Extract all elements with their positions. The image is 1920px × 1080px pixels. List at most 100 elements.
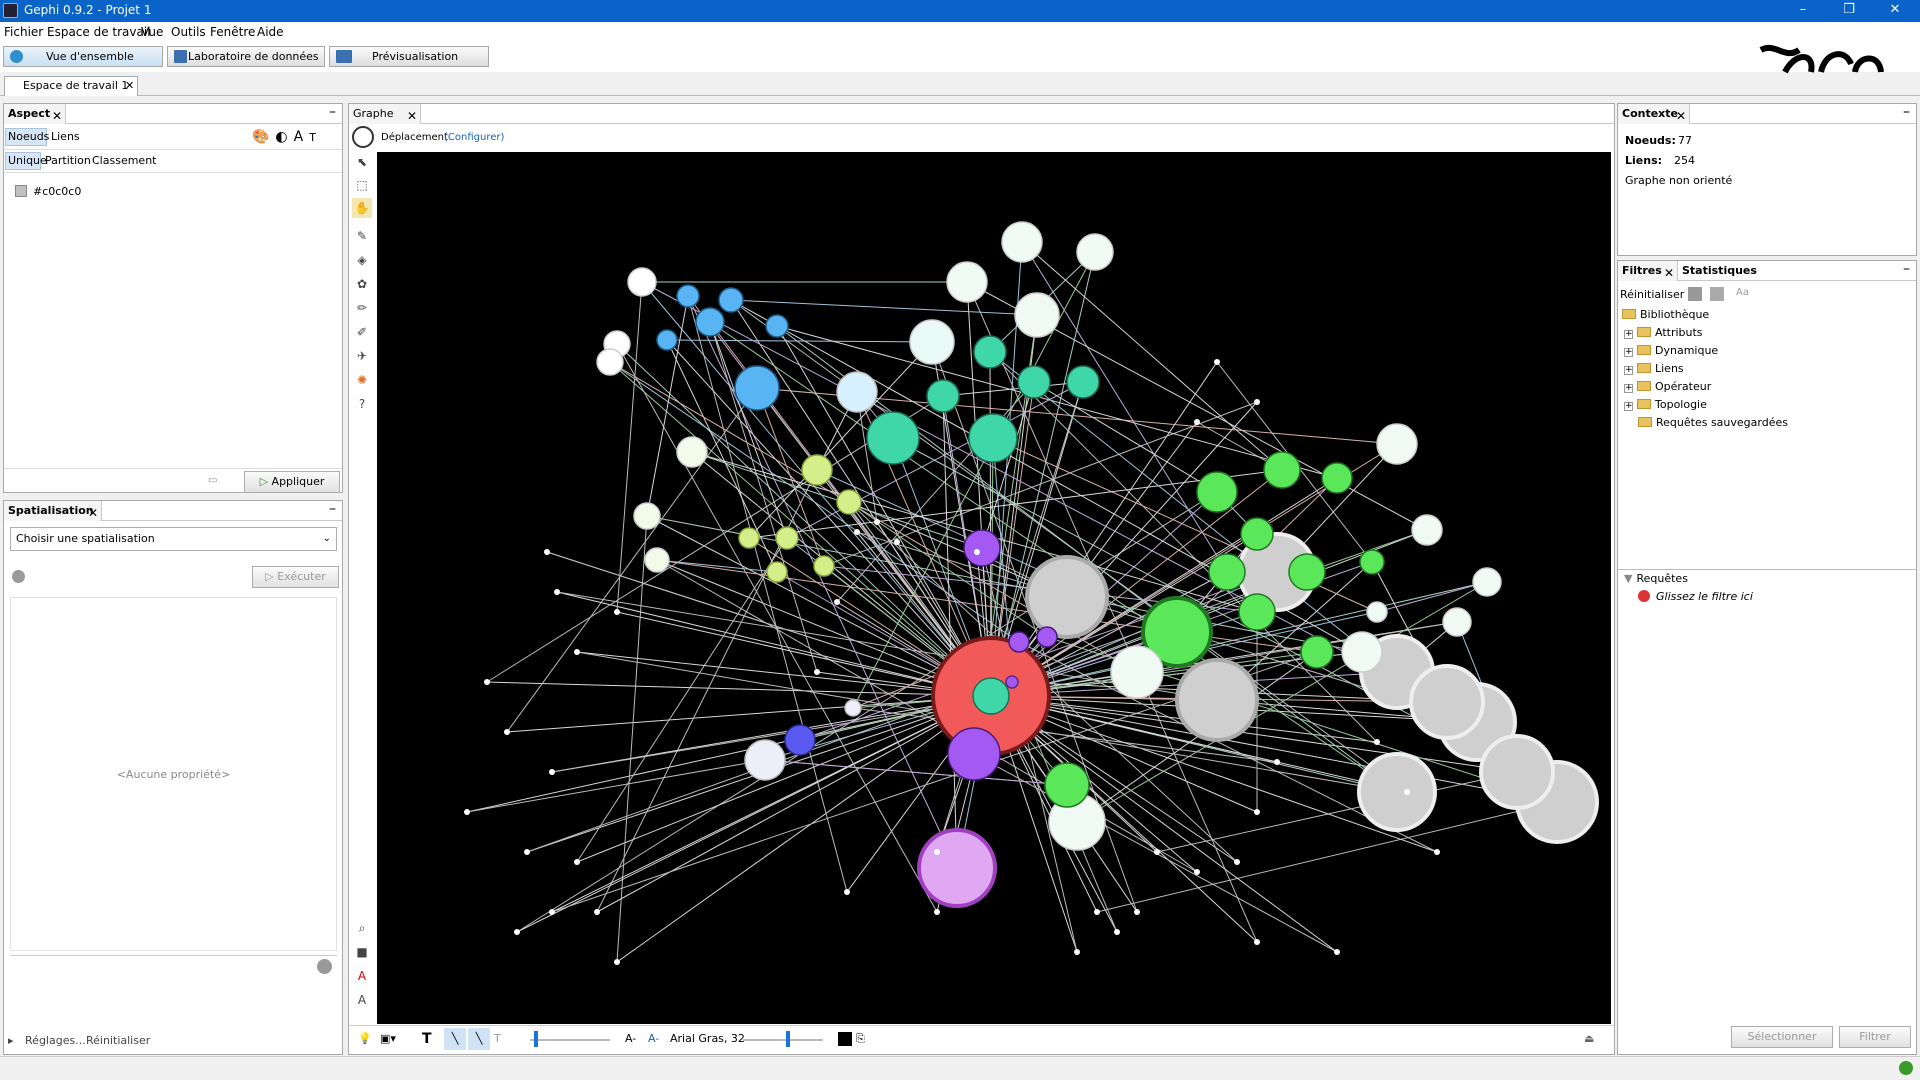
background-color-icon[interactable]: ■ [352, 942, 372, 962]
expand-icon[interactable]: + [1624, 366, 1633, 375]
filters-reset-button[interactable]: Réinitialiser [1620, 288, 1684, 301]
rectangle-select-icon[interactable]: ⬚ [352, 175, 372, 195]
tab-partition[interactable]: Partition [45, 154, 91, 167]
graph-node[interactable] [814, 669, 820, 675]
tree-item-attributs[interactable]: + Attributs [1624, 325, 1703, 341]
graph-node[interactable] [1411, 514, 1443, 546]
help-tool-icon[interactable]: ? [352, 394, 372, 414]
graph-node[interactable] [934, 849, 940, 855]
graph-node[interactable] [1066, 365, 1100, 399]
graph-node[interactable] [836, 371, 878, 413]
graph-node[interactable] [1288, 553, 1326, 591]
statistics-tab[interactable]: Statistiques [1678, 261, 1772, 281]
overview-mode-button[interactable]: Vue d'ensemble [3, 46, 163, 67]
graph-node[interactable] [574, 649, 580, 655]
graph-node[interactable] [836, 489, 862, 515]
graph-node[interactable] [963, 529, 1001, 567]
graph-node[interactable] [1366, 601, 1388, 623]
slider-thumb[interactable] [534, 1031, 538, 1047]
graph-node[interactable] [813, 555, 835, 577]
slider-thumb[interactable] [786, 1031, 790, 1047]
graph-node[interactable] [1341, 631, 1383, 673]
graph-node[interactable] [633, 502, 661, 530]
graph-node[interactable] [524, 849, 530, 855]
tree-item-liens[interactable]: + Liens [1624, 361, 1684, 377]
data-laboratory-mode-button[interactable]: Laboratoire de données [167, 46, 325, 67]
expand-icon[interactable]: + [1624, 330, 1633, 339]
graph-node[interactable] [934, 909, 940, 915]
rename-filter-icon[interactable]: Aa [1736, 287, 1749, 298]
graph-node[interactable] [554, 589, 560, 595]
font-decrease-icon[interactable]: A- [625, 1028, 636, 1050]
graph-node[interactable] [1017, 365, 1051, 399]
layout-select[interactable]: Choisir une spatialisation ⌄ [10, 527, 337, 551]
graph-node[interactable] [1208, 553, 1246, 591]
graph-node[interactable] [1044, 762, 1090, 808]
zoom-icon[interactable]: ⌕ [352, 918, 372, 938]
graph-node[interactable] [866, 411, 920, 465]
collapse-icon[interactable]: ▭ [208, 475, 217, 486]
graph-node[interactable] [775, 526, 799, 550]
graph-node[interactable] [765, 314, 789, 338]
graph-node[interactable] [1214, 359, 1220, 365]
expand-icon[interactable]: + [1624, 348, 1633, 357]
minimize-panel-icon[interactable]: – [1903, 104, 1910, 120]
graph-node[interactable] [504, 729, 510, 735]
close-icon[interactable]: ✕ [1664, 264, 1674, 283]
tree-item-topologie[interactable]: + Topologie [1624, 397, 1707, 413]
graph-node[interactable] [972, 677, 1010, 715]
workspace-tab[interactable]: Espace de travail 1 ✕ [4, 76, 138, 96]
node-label-icon[interactable]: T [494, 1028, 501, 1050]
preview-mode-button[interactable]: Prévisualisation [329, 46, 489, 67]
color-swatch[interactable] [15, 185, 27, 197]
select-button[interactable]: Sélectionner [1731, 1026, 1833, 1048]
apply-button[interactable]: ▷ Appliquer [244, 471, 340, 493]
graph-node[interactable] [676, 284, 700, 308]
close-icon[interactable]: ✕ [125, 77, 134, 95]
spatialisation-tab[interactable]: Spatialisation ✕ [4, 501, 102, 521]
graph-node[interactable] [947, 727, 1001, 781]
edge-pencil-icon[interactable]: ✏ [352, 298, 372, 318]
graph-node[interactable] [1434, 849, 1440, 855]
diamond-icon[interactable]: ◈ [352, 250, 372, 270]
graph-node[interactable] [1154, 849, 1160, 855]
graph-node[interactable] [644, 547, 670, 573]
graph-tab[interactable]: Graphe ✕ [349, 104, 421, 124]
graph-node[interactable] [1254, 809, 1260, 815]
graph-node[interactable] [549, 909, 555, 915]
tab-unique[interactable]: Unique [5, 152, 47, 170]
graph-node[interactable] [1254, 399, 1260, 405]
graph-node[interactable] [738, 527, 760, 549]
graph-node[interactable] [909, 319, 955, 365]
graph-node[interactable] [926, 379, 960, 413]
font-label[interactable]: Arial Gras, 32 [670, 1028, 745, 1050]
heat-map-icon[interactable]: ✺ [352, 370, 372, 390]
text-icon[interactable]: T [422, 1028, 432, 1050]
graph-node[interactable] [844, 699, 862, 717]
graph-node[interactable] [1357, 752, 1437, 832]
graph-node[interactable] [627, 267, 657, 297]
info-icon[interactable] [12, 570, 25, 583]
graph-node[interactable] [594, 909, 600, 915]
graph-node[interactable] [1376, 423, 1418, 465]
graph-node[interactable] [464, 809, 470, 815]
menu-fenetre[interactable]: Fenêtre [210, 25, 255, 39]
network-graph[interactable] [377, 152, 1611, 1024]
edge-scale-slider[interactable] [530, 1039, 610, 1041]
graph-node[interactable] [1110, 645, 1164, 699]
graph-node[interactable] [676, 436, 708, 468]
graph-node[interactable] [917, 828, 997, 908]
graph-node[interactable] [1300, 635, 1334, 669]
graph-node[interactable] [544, 549, 550, 555]
edge-color-icon[interactable]: ╲ [468, 1028, 490, 1050]
graph-node[interactable] [946, 261, 988, 303]
graph-node[interactable] [1134, 909, 1140, 915]
tree-item-dynamique[interactable]: + Dynamique [1624, 343, 1718, 359]
drop-filter-target[interactable]: Glissez le filtre ici [1638, 589, 1753, 605]
lock-icon[interactable]: ⏏ [1584, 1028, 1594, 1050]
graph-node[interactable] [894, 539, 900, 545]
minimize-panel-icon[interactable]: – [1903, 261, 1910, 277]
maximize-button[interactable]: ❐ [1826, 0, 1872, 22]
graph-node[interactable] [574, 859, 580, 865]
minimize-panel-icon[interactable]: – [329, 104, 336, 120]
